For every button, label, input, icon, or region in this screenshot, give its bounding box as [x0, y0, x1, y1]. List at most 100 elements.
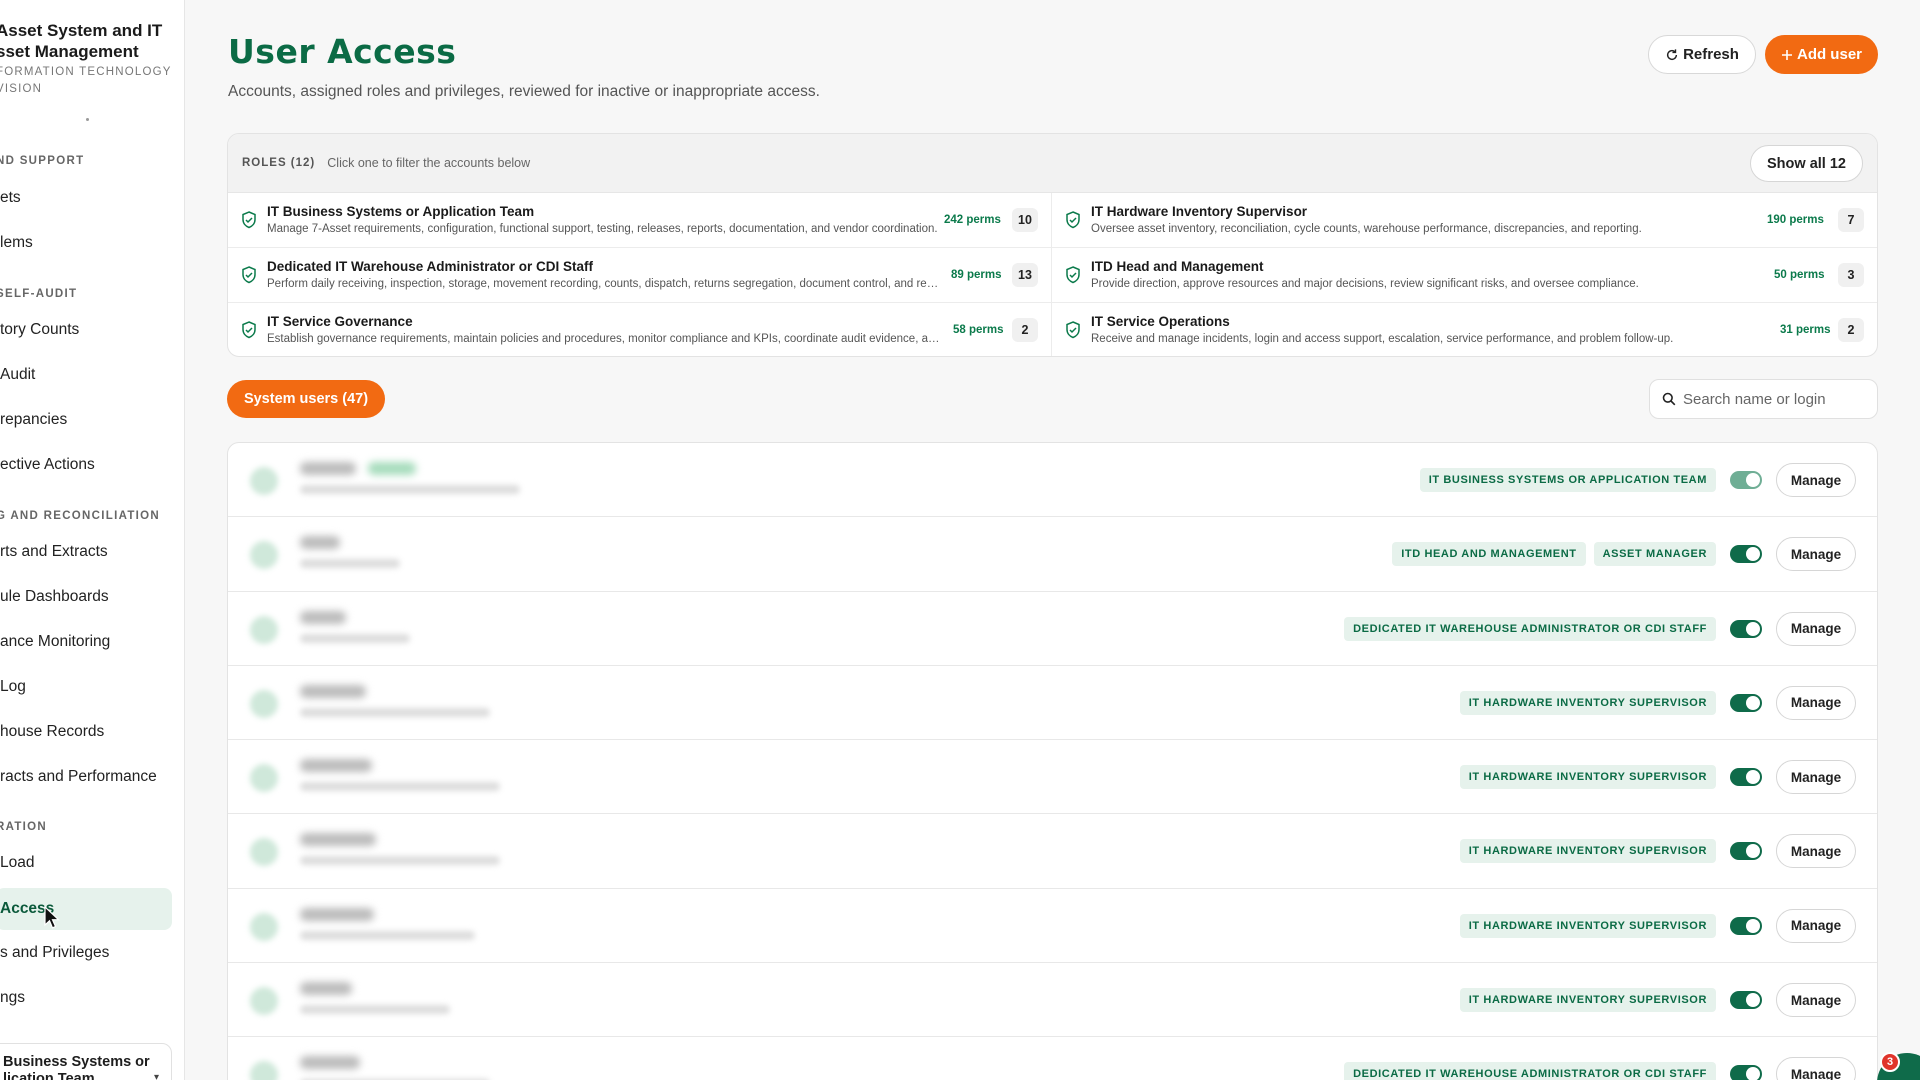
role-perms: 31 perms — [1780, 324, 1831, 336]
search-icon — [1662, 392, 1676, 406]
role-card[interactable]: ITD Head and Management Provide directio… — [1052, 248, 1877, 303]
manage-button[interactable]: Manage — [1776, 908, 1856, 943]
manage-button[interactable]: Manage — [1776, 611, 1856, 646]
sidebar-item-problems[interactable]: lems — [0, 222, 172, 264]
role-chip: IT HARDWARE INVENTORY SUPERVISOR — [1459, 839, 1716, 864]
role-card[interactable]: IT Service Governance Establish governan… — [228, 303, 1052, 356]
nav-section-self-audit: SELF-AUDIT — [0, 288, 78, 300]
role-perms: 89 perms — [951, 269, 1002, 281]
table-row[interactable]: IT HARDWARE INVENTORY SUPERVISOR Manage — [228, 740, 1877, 815]
sidebar-item-inventory-counts[interactable]: tory Counts — [0, 309, 172, 351]
sidebar-item-reports-extracts[interactable]: rts and Extracts — [0, 531, 172, 573]
role-chip: IT HARDWARE INVENTORY SUPERVISOR — [1459, 690, 1716, 715]
sidebar-item-warehouse-records[interactable]: house Records — [0, 711, 172, 753]
user-status-tag — [368, 462, 416, 475]
table-row[interactable]: ITD HEAD AND MANAGEMENT ASSET MANAGER Man… — [228, 517, 1877, 592]
active-toggle[interactable] — [1730, 916, 1762, 935]
table-row[interactable]: IT HARDWARE INVENTORY SUPERVISOR Manage — [228, 889, 1877, 964]
role-card[interactable]: IT Business Systems or Application Team … — [228, 193, 1052, 248]
table-row[interactable]: IT HARDWARE INVENTORY SUPERVISOR Manage — [228, 666, 1877, 741]
row-actions: DEDICATED IT WAREHOUSE ADMINISTRATOR OR … — [1344, 1037, 1856, 1080]
role-user-count: 13 — [1012, 263, 1038, 287]
role-perms: 50 perms — [1774, 269, 1825, 281]
role-card[interactable]: IT Hardware Inventory Supervisor Oversee… — [1052, 193, 1877, 248]
row-actions: IT HARDWARE INVENTORY SUPERVISOR Manage — [1459, 666, 1856, 740]
shield-check-icon — [1066, 321, 1080, 339]
row-actions: IT HARDWARE INVENTORY SUPERVISOR Manage — [1459, 963, 1856, 1037]
role-card[interactable]: IT Service Operations Receive and manage… — [1052, 303, 1877, 356]
table-row[interactable]: IT HARDWARE INVENTORY SUPERVISOR Manage — [228, 963, 1877, 1038]
table-row[interactable]: IT BUSINESS SYSTEMS OR APPLICATION TEAM … — [228, 443, 1877, 518]
sidebar-item-corrective-actions[interactable]: ective Actions — [0, 444, 172, 486]
add-user-button[interactable]: Add user — [1765, 35, 1878, 74]
user-login — [300, 485, 520, 494]
role-chip: IT BUSINESS SYSTEMS OR APPLICATION TEAM — [1419, 468, 1716, 492]
manage-button[interactable]: Manage — [1776, 983, 1856, 1018]
nav-section-reconciliation: G AND RECONCILIATION — [0, 510, 160, 522]
manage-button[interactable]: Manage — [1776, 760, 1856, 795]
brand[interactable]: Asset System and IT sset Management FORM… — [0, 20, 184, 98]
sidebar-item-module-dashboards[interactable]: ule Dashboards — [0, 576, 172, 618]
role-perms: 190 perms — [1767, 214, 1824, 226]
role-switcher[interactable]: Business Systems or lication Team ▾ — [0, 1043, 172, 1080]
active-toggle[interactable] — [1730, 768, 1762, 787]
manage-button[interactable]: Manage — [1776, 834, 1856, 869]
brand-subtitle: FORMATION TECHNOLOGY VISION — [0, 66, 172, 95]
active-toggle[interactable] — [1730, 1065, 1762, 1080]
roles-header: ROLES (12) Click one to filter the accou… — [228, 134, 1877, 193]
roles-grid: IT Business Systems or Application Team … — [228, 193, 1877, 356]
role-card[interactable]: Dedicated IT Warehouse Administrator or … — [228, 248, 1052, 303]
refresh-button[interactable]: Refresh — [1648, 35, 1756, 74]
active-toggle[interactable] — [1730, 619, 1762, 638]
role-user-count: 2 — [1012, 318, 1038, 342]
table-row[interactable]: IT HARDWARE INVENTORY SUPERVISOR Manage — [228, 814, 1877, 889]
role-chip: ASSET MANAGER — [1593, 542, 1716, 567]
sidebar-item-compliance-monitoring[interactable]: ance Monitoring — [0, 621, 172, 663]
sidebar-item-settings[interactable]: ngs — [0, 977, 172, 1019]
user-login — [300, 707, 490, 717]
search-input[interactable] — [1683, 390, 1863, 408]
sidebar-item-assets[interactable]: ets — [0, 177, 172, 219]
role-description: Receive and manage incidents, login and … — [1091, 333, 1674, 345]
show-all-roles-button[interactable]: Show all 12 — [1750, 145, 1863, 182]
active-toggle[interactable] — [1730, 545, 1762, 564]
role-chip: ITD HEAD AND MANAGEMENT — [1392, 542, 1586, 567]
role-perms: 242 perms — [944, 214, 1001, 226]
active-toggle[interactable] — [1730, 991, 1762, 1010]
system-users-tab[interactable]: System users (47) — [227, 380, 385, 418]
role-description: Establish governance requirements, maint… — [267, 333, 943, 345]
table-row[interactable]: DEDICATED IT WAREHOUSE ADMINISTRATOR OR … — [228, 1037, 1877, 1080]
sidebar: Asset System and IT sset Management FORM… — [0, 0, 185, 1080]
avatar — [250, 987, 278, 1016]
user-name — [300, 982, 352, 996]
sidebar-item-contracts-performance[interactable]: racts and Performance — [0, 756, 172, 798]
active-toggle[interactable] — [1730, 471, 1762, 489]
page-title: User Access — [228, 32, 457, 71]
user-login — [300, 559, 400, 569]
sidebar-item-load[interactable]: Load — [0, 842, 172, 884]
avatar — [250, 912, 278, 941]
user-login — [300, 856, 500, 866]
manage-button[interactable]: Manage — [1776, 537, 1856, 572]
manage-button[interactable]: Manage — [1776, 1057, 1856, 1080]
sidebar-item-discrepancies[interactable]: repancies — [0, 399, 172, 441]
role-chip: DEDICATED IT WAREHOUSE ADMINISTRATOR OR … — [1344, 616, 1716, 641]
active-toggle[interactable] — [1730, 693, 1762, 712]
search-box[interactable] — [1649, 379, 1878, 419]
sidebar-item-audit[interactable]: Audit — [0, 354, 172, 396]
cursor-icon — [44, 906, 61, 929]
role-chip: IT HARDWARE INVENTORY SUPERVISOR — [1459, 765, 1716, 790]
active-toggle[interactable] — [1730, 842, 1762, 861]
role-perms: 58 perms — [953, 324, 1004, 336]
manage-button[interactable]: Manage — [1776, 463, 1856, 497]
sidebar-item-roles-privileges[interactable]: s and Privileges — [0, 932, 172, 974]
shield-check-icon — [242, 211, 256, 229]
user-name — [300, 833, 376, 847]
roles-hint: Click one to filter the accounts below — [327, 156, 531, 170]
role-user-count: 7 — [1838, 208, 1864, 232]
manage-button[interactable]: Manage — [1776, 685, 1856, 720]
shield-check-icon — [242, 321, 256, 339]
sidebar-item-user-access[interactable]: Access — [0, 888, 172, 930]
table-row[interactable]: DEDICATED IT WAREHOUSE ADMINISTRATOR OR … — [228, 592, 1877, 666]
sidebar-item-log[interactable]: Log — [0, 666, 172, 708]
